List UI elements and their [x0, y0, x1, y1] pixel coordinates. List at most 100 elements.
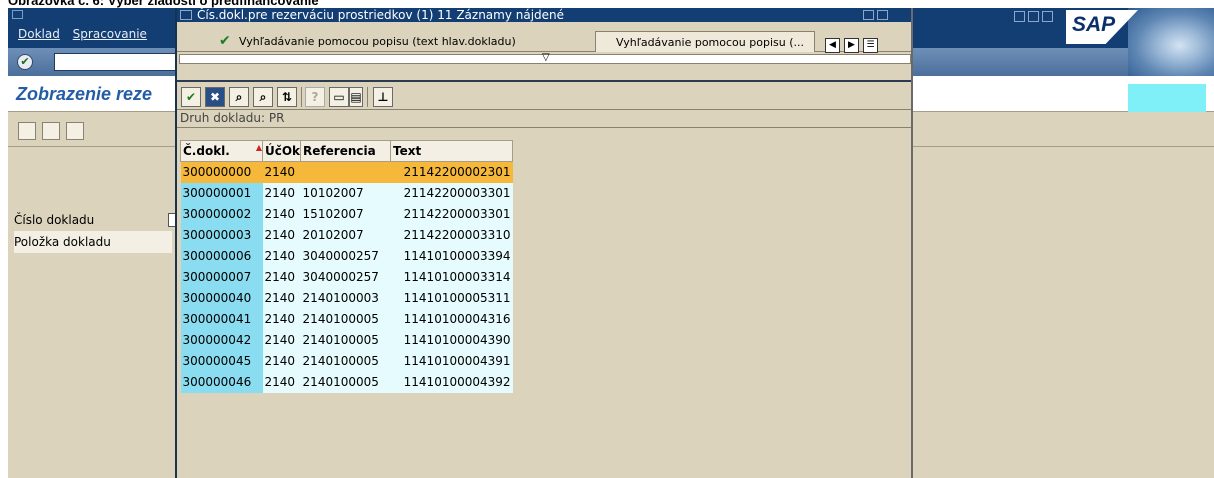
table-cell[interactable]: 3040000257	[300, 245, 391, 267]
layout-icon[interactable]: ▤	[349, 87, 363, 107]
table-cell[interactable]: 11410100003314	[390, 266, 513, 288]
divider	[177, 127, 911, 128]
table-row[interactable]: 300000000 2140 21142200002301	[180, 161, 513, 183]
table-cell[interactable]	[300, 161, 391, 183]
table-cell[interactable]: 300000002	[180, 203, 263, 225]
table-cell[interactable]: 21142200002301	[390, 161, 513, 183]
close-icon[interactable]	[1042, 11, 1053, 22]
tab-search-by-description[interactable]: Vyhľadávanie pomocou popisu (...	[595, 31, 815, 52]
table-cell[interactable]: 2140	[262, 308, 301, 330]
sort-icon[interactable]: ⇅	[277, 87, 297, 107]
table-cell[interactable]: 2140	[262, 161, 301, 183]
document-caption: Obrazovka č. 6: Výber žiadostí o predfin…	[8, 0, 319, 8]
person-icon[interactable]	[18, 122, 36, 140]
table-cell[interactable]: 300000040	[180, 287, 263, 309]
table-cell[interactable]: 3040000257	[300, 266, 391, 288]
table-cell[interactable]: 2140100005	[300, 329, 391, 351]
popup-menu-icon[interactable]	[180, 10, 192, 20]
tab-inactive-label: Vyhľadávanie pomocou popisu (...	[616, 36, 804, 49]
sap-background-graphic	[1128, 8, 1214, 76]
popup-title: Čís.dokl.pre rezerváciu prostriedkov (1)…	[197, 8, 565, 22]
command-field[interactable]	[54, 53, 182, 71]
cancel-icon[interactable]: ✖	[205, 87, 225, 107]
table-cell[interactable]: 11410100004391	[390, 350, 513, 372]
tab-search-by-header-text[interactable]: ✔ Vyhľadávanie pomocou popisu (text hlav…	[217, 31, 516, 52]
table-cell[interactable]: 300000046	[180, 371, 263, 393]
table-cell[interactable]: 2140	[262, 350, 301, 372]
table-row[interactable]: 300000045 2140 2140100005 11410100004391	[180, 350, 513, 372]
column-header-ucok[interactable]: ÚčOk	[261, 140, 302, 162]
menu-item-spracovanie[interactable]: Spracovanie	[73, 27, 147, 41]
table-cell[interactable]: 11410100004392	[390, 371, 513, 393]
table-row[interactable]: 300000006 2140 3040000257 11410100003394	[180, 245, 513, 267]
column-header-cislo-dokladu[interactable]: Č.dokl. ▲	[180, 140, 263, 162]
popup-close-icon[interactable]	[877, 10, 888, 20]
table-cell[interactable]: 2140	[262, 245, 301, 267]
table-cell[interactable]: 11410100005311	[390, 287, 513, 309]
table-cell[interactable]: 2140	[262, 224, 301, 246]
table-cell[interactable]: 300000007	[180, 266, 263, 288]
popup-toolbar: ✔ ✖ ⌕ ⌕ ⇅ ? ▭ ▤ ⊥	[177, 80, 911, 110]
table-row[interactable]: 300000001 2140 10102007 21142200003301	[180, 182, 513, 204]
filter-icon[interactable]: ⊥	[373, 87, 393, 107]
document-icon[interactable]	[42, 122, 60, 140]
table-row[interactable]: 300000046 2140 2140100005 11410100004392	[180, 371, 513, 393]
table-cell[interactable]: 15102007	[300, 203, 391, 225]
table-row[interactable]: 300000007 2140 3040000257 11410100003314	[180, 266, 513, 288]
popup-window-controls	[863, 10, 888, 20]
tab-active-label: Vyhľadávanie pomocou popisu (text hlav.d…	[239, 35, 516, 48]
table-cell[interactable]: 300000042	[180, 329, 263, 351]
column-header-text[interactable]: Text	[390, 140, 514, 162]
table-cell[interactable]: 2140100005	[300, 350, 391, 372]
chevron-down-icon: ▽	[542, 52, 550, 63]
table-cell[interactable]: 300000045	[180, 350, 263, 372]
minimize-icon[interactable]	[1014, 11, 1025, 22]
table-cell[interactable]: 21142200003310	[390, 224, 513, 246]
table-cell[interactable]: 10102007	[300, 182, 391, 204]
table-cell[interactable]: 11410100004316	[390, 308, 513, 330]
column-header-referencia[interactable]: Referencia	[300, 140, 392, 162]
find-icon[interactable]: ⌕	[229, 87, 249, 107]
table-row[interactable]: 300000003 2140 20102007 21142200003310	[180, 224, 513, 246]
table-cell[interactable]: 2140	[262, 371, 301, 393]
toolbar-separator	[367, 87, 368, 107]
table-row[interactable]: 300000040 2140 2140100003 11410100005311	[180, 287, 513, 309]
tab-scroll-right-icon[interactable]: ▶	[844, 38, 859, 53]
popup-minimize-icon[interactable]	[863, 10, 874, 20]
table-cell[interactable]: 2140100005	[300, 308, 391, 330]
table-cell[interactable]: 300000041	[180, 308, 263, 330]
table-cell[interactable]: 21142200003301	[390, 182, 513, 204]
table-cell[interactable]: 2140100003	[300, 287, 391, 309]
table-cell[interactable]: 300000001	[180, 182, 263, 204]
system-menu-icon[interactable]	[12, 10, 23, 19]
table-cell[interactable]: 2140	[262, 182, 301, 204]
table-row[interactable]: 300000042 2140 2140100005 11410100004390	[180, 329, 513, 351]
enter-check-icon[interactable]: ✔	[17, 54, 33, 70]
menu-item-doklad[interactable]: Doklad	[18, 27, 60, 41]
table-cell[interactable]: 2140100005	[300, 371, 391, 393]
table-cell[interactable]: 300000006	[180, 245, 263, 267]
table-cell[interactable]: 2140	[262, 329, 301, 351]
table-cell[interactable]: 20102007	[300, 224, 391, 246]
tab-list-icon[interactable]: ☰	[863, 38, 878, 53]
table-cell[interactable]: 2140	[262, 266, 301, 288]
check-icon[interactable]: ✔	[181, 87, 201, 107]
table-cell[interactable]: 21142200003301	[390, 203, 513, 225]
tab-scroll-left-icon[interactable]: ◀	[825, 38, 840, 53]
table-cell[interactable]: 2140	[262, 203, 301, 225]
table-cell[interactable]: 300000000	[180, 161, 263, 183]
table-cell[interactable]: 300000003	[180, 224, 263, 246]
table-header-row: Č.dokl. ▲ ÚčOk Referencia Text	[180, 140, 514, 162]
hit-list-table: Č.dokl. ▲ ÚčOk Referencia Text 300000000 2…	[180, 140, 514, 393]
table-row[interactable]: 300000041 2140 2140100005 11410100004316	[180, 308, 513, 330]
table-icon[interactable]	[66, 122, 84, 140]
table-row[interactable]: 300000002 2140 15102007 21142200003301	[180, 203, 513, 225]
print-icon[interactable]: ▭	[329, 87, 349, 107]
table-cell[interactable]: 11410100004390	[390, 329, 513, 351]
help-icon: ?	[305, 87, 325, 107]
maximize-icon[interactable]	[1028, 11, 1039, 22]
table-cell[interactable]: 2140	[262, 287, 301, 309]
table-cell[interactable]: 11410100003394	[390, 245, 513, 267]
restriction-collapse-bar[interactable]: ▽	[179, 52, 911, 64]
find-next-icon[interactable]: ⌕	[253, 87, 273, 107]
